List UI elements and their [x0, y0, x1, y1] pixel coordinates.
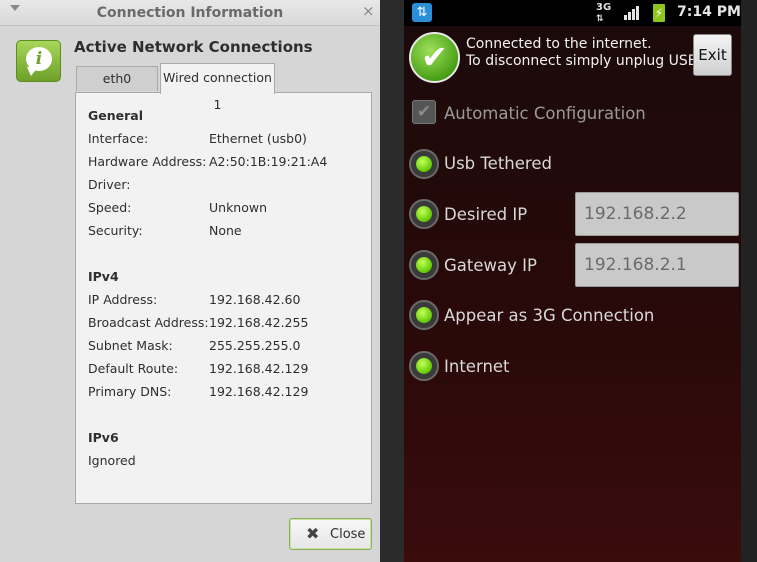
desired-ip-label: Desired IP — [444, 205, 528, 224]
auto-config-checkbox[interactable]: ✔ — [412, 100, 436, 124]
connection-info-dialog: Connection Information × i Active Networ… — [0, 0, 380, 562]
primary-dns-value: 192.168.42.129 — [209, 384, 309, 399]
close-icon: ✖ — [306, 524, 320, 543]
default-route-label: Default Route: — [88, 361, 179, 376]
hardware-address-label: Hardware Address: — [88, 154, 207, 169]
android-screen: ⇅ 3G ⇅ ⚡ 7:14 PM ✔ Connected to the inter… — [404, 0, 741, 562]
gateway-ip-indicator — [409, 250, 439, 280]
internet-label: Internet — [444, 357, 510, 376]
interface-value: Ethernet (usb0) — [209, 131, 307, 146]
usb-icon: ⇅ — [412, 3, 432, 22]
network-3g-icon: 3G ⇅ — [596, 2, 612, 24]
speed-value: Unknown — [209, 200, 268, 215]
appear-3g-indicator — [409, 300, 439, 330]
window-title: Connection Information — [96, 5, 284, 21]
tab-eth0[interactable]: eth0 (default) — [76, 66, 158, 110]
window-close-icon[interactable]: × — [362, 3, 375, 19]
default-route-value: 192.168.42.129 — [209, 361, 309, 376]
close-button[interactable]: ✖ Close — [289, 518, 372, 550]
speed-label: Speed: — [88, 200, 132, 215]
subnet-mask-label: Subnet Mask: — [88, 338, 173, 353]
security-value: None — [209, 223, 242, 238]
hardware-address-value: A2:50:1B:19:21:A4 — [209, 154, 328, 169]
phone-bezel-right — [741, 0, 757, 562]
security-label: Security: — [88, 223, 143, 238]
title-bar[interactable]: Connection Information × — [0, 0, 380, 26]
desired-ip-field[interactable]: 192.168.2.2 — [575, 192, 739, 236]
section-general-title: General — [88, 108, 143, 123]
checkmark-icon: ✔ — [416, 102, 432, 122]
internet-indicator — [409, 351, 439, 381]
broadcast-address-value: 192.168.42.255 — [209, 315, 309, 330]
tab-wired-connection-1[interactable]: Wired connection 1 — [160, 63, 275, 112]
interface-label: Interface: — [88, 131, 149, 146]
usb-tethered-label: Usb Tethered — [444, 154, 552, 173]
connected-check-icon: ✔ — [409, 32, 460, 83]
usb-tethered-indicator — [409, 149, 439, 179]
appear-3g-label: Appear as 3G Connection — [444, 306, 655, 325]
close-button-label: Close — [330, 527, 366, 542]
broadcast-address-label: Broadcast Address: — [88, 315, 209, 330]
phone-bezel-left — [380, 0, 404, 562]
battery-charging-icon: ⚡ — [653, 4, 665, 22]
ip-address-value: 192.168.42.60 — [209, 292, 301, 307]
primary-dns-label: Primary DNS: — [88, 384, 172, 399]
connection-details-panel: General Interface: Ethernet (usb0) Hardw… — [75, 92, 372, 504]
section-ipv4-title: IPv4 — [88, 269, 119, 284]
status-clock: 7:14 PM — [677, 4, 741, 20]
desired-ip-indicator — [409, 199, 439, 229]
section-ipv6-title: IPv6 — [88, 430, 119, 445]
connection-status-line-2: To disconnect simply unplug USB. — [466, 53, 702, 69]
status-bar[interactable]: ⇅ 3G ⇅ ⚡ 7:14 PM — [404, 0, 741, 26]
info-icon: i — [16, 40, 61, 82]
gateway-ip-label: Gateway IP — [444, 256, 537, 275]
subnet-mask-value: 255.255.255.0 — [209, 338, 301, 353]
auto-config-label: Automatic Configuration — [444, 104, 646, 123]
exit-button[interactable]: Exit — [693, 34, 732, 76]
connection-status-line-1: Connected to the internet. — [466, 36, 652, 52]
ipv6-status: Ignored — [88, 453, 136, 468]
driver-label: Driver: — [88, 177, 131, 192]
ip-address-label: IP Address: — [88, 292, 158, 307]
dialog-heading: Active Network Connections — [74, 38, 313, 56]
gateway-ip-field[interactable]: 192.168.2.1 — [575, 243, 739, 287]
